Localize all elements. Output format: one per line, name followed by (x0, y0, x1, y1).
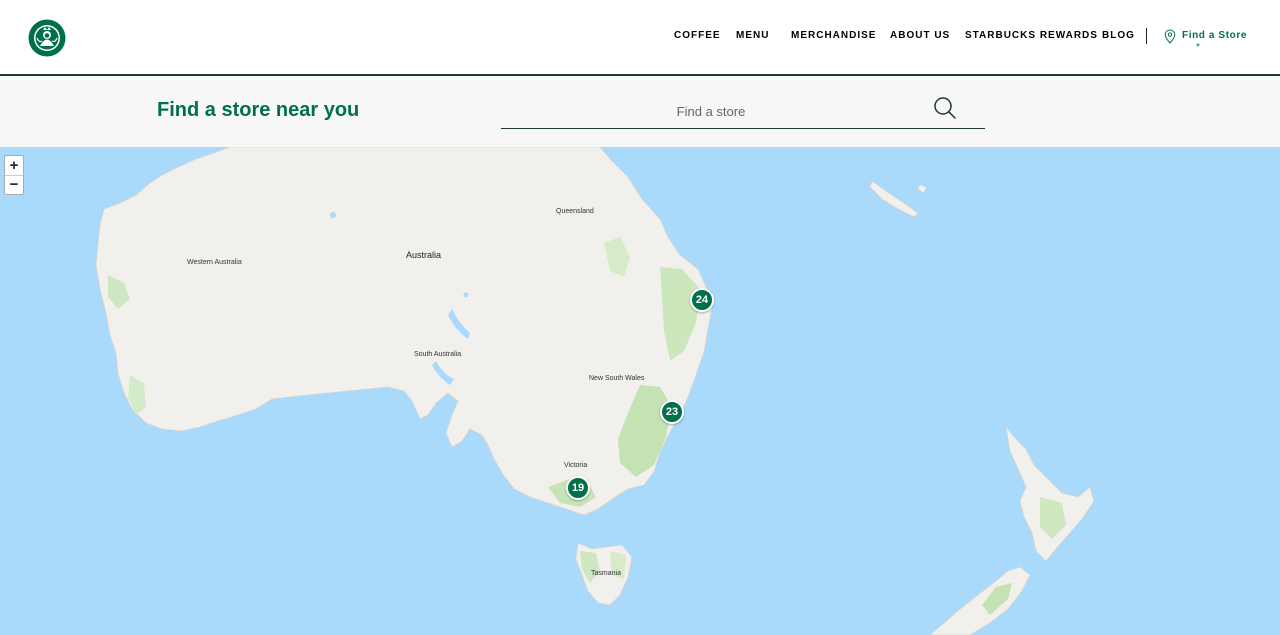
store-search-input[interactable] (501, 97, 921, 125)
store-cluster-marker[interactable]: 24 (690, 288, 714, 312)
nav-item-coffee[interactable]: COFFEE (674, 30, 721, 42)
map-label-queensland: Queensland (556, 208, 594, 215)
main-nav: COFFEE MENU MERCHANDISE ABOUT US STARBUC… (0, 30, 1280, 46)
store-map[interactable]: Australia Western Australia Queensland S… (0, 147, 1280, 635)
store-search-bar: Find a store near you (0, 76, 1280, 147)
search-icon[interactable] (933, 96, 957, 120)
zoom-in-button[interactable]: + (5, 156, 23, 176)
store-search-field (501, 93, 985, 129)
store-cluster-marker[interactable]: 19 (566, 476, 590, 500)
find-a-store-label: Find a Store (1182, 30, 1247, 41)
australia-landmass (95, 147, 713, 516)
new-zealand-south-landmass (929, 566, 1031, 635)
zoom-control: + − (4, 155, 24, 195)
map-label-australia: Australia (406, 250, 442, 260)
map-label-south-australia: South Australia (414, 351, 462, 358)
location-pin-icon (1164, 29, 1176, 44)
store-cluster-marker[interactable]: 23 (660, 400, 684, 424)
nav-item-merchandise[interactable]: MERCHANDISE (791, 30, 876, 42)
page-title: Find a store near you (157, 99, 360, 121)
nav-item-starbucks-rewards[interactable]: STARBUCKS REWARDS (965, 30, 1098, 42)
new-caledonia-landmass (869, 180, 919, 218)
map-label-western-australia: Western Australia (187, 259, 242, 266)
map-landmass (95, 147, 1095, 635)
nav-item-blog[interactable]: BLOG (1102, 30, 1135, 42)
nav-item-menu[interactable]: MENU (736, 30, 769, 42)
map-label-new-south-wales: New South Wales (589, 375, 645, 382)
nav-divider (1146, 28, 1147, 44)
zoom-out-button[interactable]: − (5, 175, 23, 194)
map-label-victoria: Victoria (564, 462, 588, 469)
new-zealand-north-landmass (1005, 425, 1095, 562)
active-star-marker: * (1196, 42, 1200, 53)
nav-item-about-us[interactable]: ABOUT US (890, 30, 950, 42)
site-header: COFFEE MENU MERCHANDISE ABOUT US STARBUC… (0, 0, 1280, 76)
map-label-tasmania: Tasmania (591, 570, 621, 577)
